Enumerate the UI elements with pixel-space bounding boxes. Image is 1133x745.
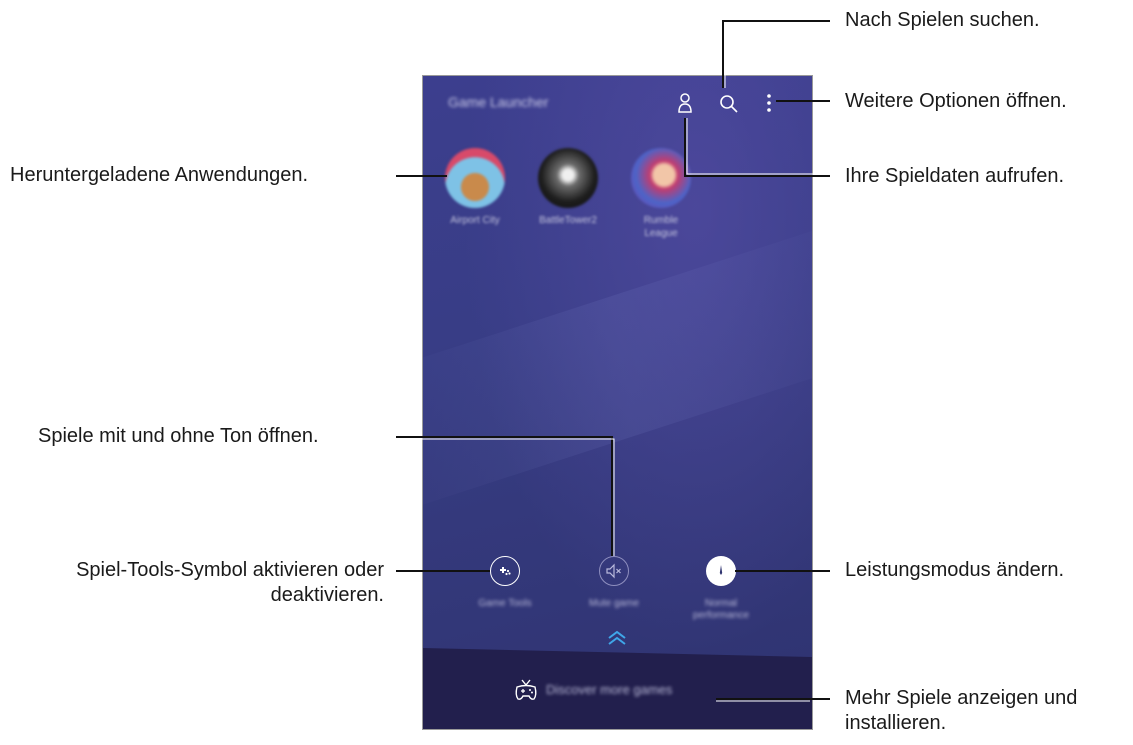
callout-game-tools-line2: deaktivieren. [270, 584, 384, 606]
callout-downloaded-apps: Heruntergeladene Anwendungen. [10, 164, 309, 186]
callout-more-options: Weitere Optionen öffnen. [845, 90, 1067, 112]
callout-search: Nach Spielen suchen. [845, 9, 1040, 31]
callout-performance: Leistungsmodus ändern. [845, 559, 1065, 581]
callout-discover-line2: installieren. [845, 712, 947, 734]
callout-line-search [722, 20, 830, 88]
callout-profile: Ihre Spieldaten aufrufen. [845, 165, 1065, 187]
callout-mute: Spiele mit und ohne Ton öffnen. [38, 425, 319, 447]
callout-line-mute [396, 436, 613, 556]
callout-discover: Mehr Spiele anzeigen und installieren. [845, 686, 1077, 736]
callout-game-tools-line1: Spiel-Tools-Symbol aktivieren oder [76, 559, 384, 581]
callout-line-profile [684, 118, 830, 177]
callout-discover-line1: Mehr Spiele anzeigen und [845, 687, 1078, 709]
callout-game-tools: Spiel-Tools-Symbol aktivieren oder deakt… [8, 558, 384, 608]
